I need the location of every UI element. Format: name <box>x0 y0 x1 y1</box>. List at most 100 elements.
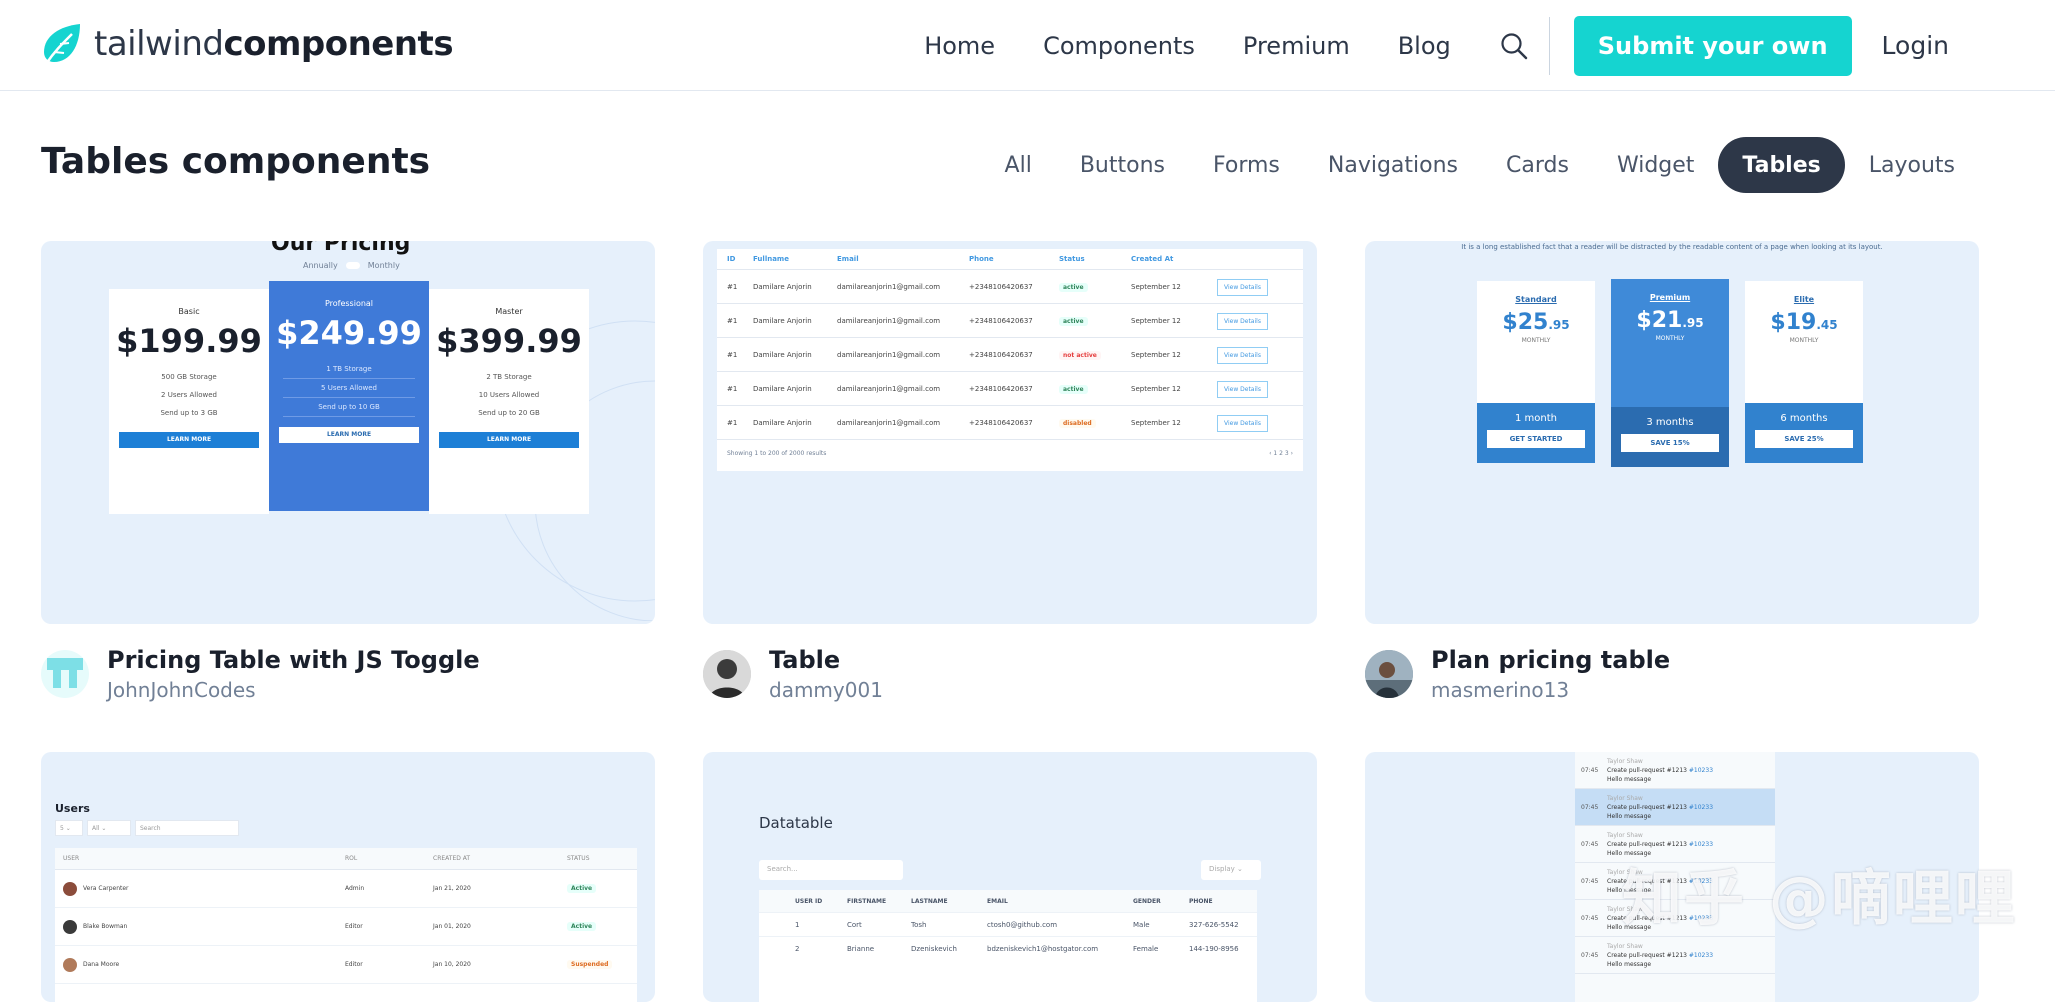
timeline-text: Create pull-request #1213 <box>1607 803 1687 811</box>
col-header: ROL <box>345 855 358 862</box>
site-header: tailwindcomponents Home Components Premi… <box>0 0 2055 91</box>
filter-cards[interactable]: Cards <box>1482 137 1593 193</box>
component-card: Our Pricing Annually Monthly Basic $199.… <box>41 241 655 702</box>
timeline-note: Hello message <box>1607 960 1652 968</box>
timeline-link: #10233 <box>1688 840 1714 848</box>
cell-email: damilareanjorin1@gmail.com <box>837 282 941 291</box>
leaf-logo-icon <box>44 24 80 65</box>
view-details-button: View Details <box>1217 380 1268 398</box>
component-preview[interactable]: Users 5 ⌄ All ⌄ Search USER ROL CREATED … <box>41 752 655 1002</box>
users-search: Search <box>135 820 239 836</box>
component-preview[interactable]: Datatable Search... Display ⌄ USER ID FI… <box>703 752 1317 1002</box>
component-preview[interactable]: Our Pricing Annually Monthly Basic $199.… <box>41 241 655 624</box>
table-preview: ID Fullname Email Phone Status Created A… <box>717 249 1303 471</box>
status-badge: active <box>1059 384 1088 394</box>
plan-button: LEARN MORE <box>279 427 419 443</box>
plan-footer: 3 months SAVE 15% <box>1611 407 1729 467</box>
cell-name: Damilare Anjorin <box>753 282 812 291</box>
search-icon[interactable] <box>1499 31 1529 61</box>
filter-buttons[interactable]: Buttons <box>1056 137 1189 193</box>
cell-date: September 12 <box>1131 384 1181 393</box>
page-title: Tables components <box>41 141 431 182</box>
card-title[interactable]: Plan pricing table <box>1431 646 1670 674</box>
cell-id: 1 <box>795 920 800 929</box>
table-footer: Showing 1 to 200 of 2000 results ‹ 1 2 3… <box>717 439 1303 457</box>
filter-layouts[interactable]: Layouts <box>1845 137 1979 193</box>
filter-all[interactable]: All <box>981 137 1056 193</box>
cell-id: #1 <box>727 282 738 291</box>
cell-status: not active <box>1059 350 1131 360</box>
plan-price-dollars: $21 <box>1636 308 1683 333</box>
component-preview[interactable]: It is a long established fact that a rea… <box>1365 241 1979 624</box>
plan-feature: Send up to 20 GB <box>478 409 540 417</box>
component-preview[interactable]: ID Fullname Email Phone Status Created A… <box>703 241 1317 624</box>
table-row: 2 Brianne Dzeniskevich bdzeniskevich1@ho… <box>759 936 1257 960</box>
filter-forms[interactable]: Forms <box>1189 137 1304 193</box>
nav-components[interactable]: Components <box>1043 32 1195 60</box>
plan-price-dollars: $25 <box>1502 310 1549 335</box>
results-summary: Showing 1 to 200 of 2000 results <box>727 450 827 457</box>
plan-price: $25.95 <box>1477 310 1595 335</box>
cell-date: Jan 21, 2020 <box>433 885 471 892</box>
timeline-text: Create pull-request #1213 <box>1607 951 1687 959</box>
cell-first: Cort <box>847 920 862 929</box>
plan-card: Master $399.99 2 TB Storage 10 Users All… <box>429 289 589 514</box>
plan-duration: 6 months <box>1780 413 1828 424</box>
author-avatar[interactable] <box>703 650 751 698</box>
col-header: Status <box>1059 255 1085 263</box>
author-avatar[interactable] <box>1365 650 1413 698</box>
col-header: FIRSTNAME <box>847 897 887 905</box>
cell-last: Tosh <box>911 920 927 929</box>
col-header: GENDER <box>1133 897 1161 905</box>
col-header: LASTNAME <box>911 897 948 905</box>
display-select: Display ⌄ <box>1201 860 1261 880</box>
cell-status: active <box>1059 316 1131 326</box>
card-author[interactable]: JohnJohnCodes <box>107 678 480 702</box>
filter-navigations[interactable]: Navigations <box>1304 137 1482 193</box>
timeline-time: 07:45 <box>1581 914 1599 922</box>
filter-tables[interactable]: Tables <box>1718 137 1845 193</box>
plan-price-cents: .95 <box>1682 316 1704 330</box>
plan-price: $19.45 <box>1745 310 1863 335</box>
timeline-author: Taylor Shaw <box>1607 831 1643 839</box>
card-author[interactable]: masmerino13 <box>1431 678 1670 702</box>
filter-widget[interactable]: Widget <box>1593 137 1718 193</box>
view-details-button: View Details <box>1217 278 1268 296</box>
plan-period: MONTHLY <box>1789 337 1819 344</box>
datatable-title: Datatable <box>759 814 833 832</box>
login-link[interactable]: Login <box>1882 31 1949 60</box>
site-logo[interactable]: tailwindcomponents <box>40 20 454 68</box>
nav-home[interactable]: Home <box>924 32 995 60</box>
timeline-body: Taylor Shaw Create pull-request #1213 #10… <box>1607 794 1713 821</box>
plan-feature: 5 Users Allowed <box>283 379 415 398</box>
card-title[interactable]: Pricing Table with JS Toggle <box>107 646 480 674</box>
cell-id: #1 <box>727 384 738 393</box>
cell-phone: +2348106420637 <box>969 418 1033 427</box>
table-row: #1 Damilare Anjorin damilareanjorin1@gma… <box>717 269 1303 303</box>
timeline-text-line: Create pull-request #1213 #10233 <box>1607 951 1713 960</box>
timeline-link: #10233 <box>1688 803 1714 811</box>
card-text: Pricing Table with JS Toggle JohnJohnCod… <box>107 646 480 702</box>
plan-footer: 6 months SAVE 25% <box>1745 403 1863 463</box>
card-author[interactable]: dammy001 <box>769 678 883 702</box>
nav-divider <box>1548 16 1550 75</box>
plan-period: MONTHLY <box>1655 335 1685 342</box>
timeline-time: 07:45 <box>1581 840 1599 848</box>
author-avatar[interactable] <box>41 650 89 698</box>
submit-your-own-button[interactable]: Submit your own <box>1573 15 1852 76</box>
nav-premium[interactable]: Premium <box>1243 32 1350 60</box>
plan-price-cents: .45 <box>1816 318 1838 332</box>
component-card: It is a long established fact that a rea… <box>1365 241 1979 702</box>
timeline-item: 07:45 Taylor Shaw Create pull-request #12… <box>1575 752 1775 789</box>
view-details-button: View Details <box>1217 346 1268 364</box>
toggle-switch <box>345 262 360 269</box>
plan-name: Master <box>495 307 523 316</box>
nav-blog[interactable]: Blog <box>1398 32 1451 60</box>
component-card: Datatable Search... Display ⌄ USER ID FI… <box>703 752 1317 1002</box>
card-title[interactable]: Table <box>769 646 883 674</box>
table-row: Vera Carpenter Admin Jan 21, 2020 Active <box>55 870 637 908</box>
cell-action: View Details <box>1217 380 1277 398</box>
status-badge: active <box>1059 316 1088 326</box>
col-header: STATUS <box>567 855 590 862</box>
cell-name: Damilare Anjorin <box>753 350 812 359</box>
